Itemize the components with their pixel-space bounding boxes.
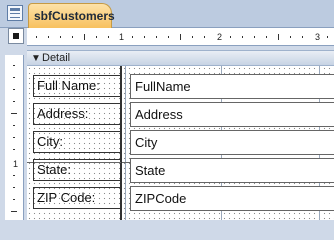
ruler-tick	[302, 36, 303, 38]
ruler-tick	[13, 187, 15, 188]
vertical-ruler[interactable]: 1	[5, 55, 24, 220]
ruler-tick	[327, 36, 328, 38]
ruler-tick	[266, 36, 267, 38]
ruler-tick	[72, 36, 73, 38]
field-zip-code[interactable]: ZIPCode	[130, 186, 334, 211]
ruler-number: 2	[217, 32, 223, 42]
ruler-tick	[60, 36, 61, 38]
ruler-number: 1	[119, 32, 125, 42]
field-full-name[interactable]: FullName	[130, 74, 334, 99]
ruler-tick	[11, 211, 17, 212]
ruler-tick	[108, 36, 109, 38]
ruler-tick	[13, 199, 15, 200]
field-address[interactable]: Address	[130, 102, 334, 127]
ruler-tick	[13, 125, 15, 126]
ruler-tick	[36, 36, 37, 38]
ruler-tick	[13, 65, 15, 66]
horizontal-ruler[interactable]: 1 2 3	[27, 28, 334, 46]
label-state[interactable]: State:	[33, 159, 122, 181]
document-tab-bar: sbfCustomers	[0, 0, 334, 28]
form-icon	[7, 5, 23, 21]
detail-section-header[interactable]: ▼ Detail	[27, 50, 334, 66]
section-arrow-icon: ▼	[31, 53, 41, 64]
ruler-tick	[242, 36, 243, 38]
form-selector-icon	[13, 33, 19, 39]
grid-line	[125, 66, 126, 220]
ruler-tick	[13, 137, 15, 138]
field-city[interactable]: City	[130, 130, 334, 155]
ruler-tick	[84, 34, 85, 40]
ruler-tick	[13, 101, 15, 102]
ruler-tick	[132, 36, 133, 38]
ruler-tick	[48, 36, 49, 38]
ruler-tick	[96, 36, 97, 38]
ruler-tick	[204, 36, 205, 38]
ruler-tick	[13, 149, 15, 150]
ruler-number: 3	[315, 32, 321, 42]
ruler-tick	[192, 36, 193, 38]
form-selector[interactable]	[8, 28, 24, 44]
section-label: Detail	[42, 52, 71, 64]
design-grid[interactable]: Full Name: FullName Address: Address Cit…	[27, 66, 334, 220]
ruler-tick	[278, 34, 279, 40]
label-full-name[interactable]: Full Name:	[33, 75, 122, 97]
ruler-tick	[144, 36, 145, 38]
ruler-tick	[230, 36, 231, 38]
ruler-tick	[156, 36, 157, 38]
label-zip-code[interactable]: ZIP Code:	[33, 187, 122, 209]
ruler-tick	[290, 36, 291, 38]
label-city[interactable]: City:	[33, 131, 122, 153]
tab-sbfcustomers[interactable]: sbfCustomers	[28, 3, 115, 28]
ruler-tick	[13, 77, 15, 78]
field-state[interactable]: State	[130, 158, 334, 183]
ruler-tick	[13, 89, 15, 90]
ruler-tick	[180, 34, 181, 40]
ruler-number: 1	[13, 159, 19, 169]
label-address[interactable]: Address:	[33, 103, 122, 125]
ruler-tick	[13, 175, 15, 176]
ruler-tick	[254, 36, 255, 38]
ruler-tick	[11, 113, 17, 114]
ruler-tick	[168, 36, 169, 38]
